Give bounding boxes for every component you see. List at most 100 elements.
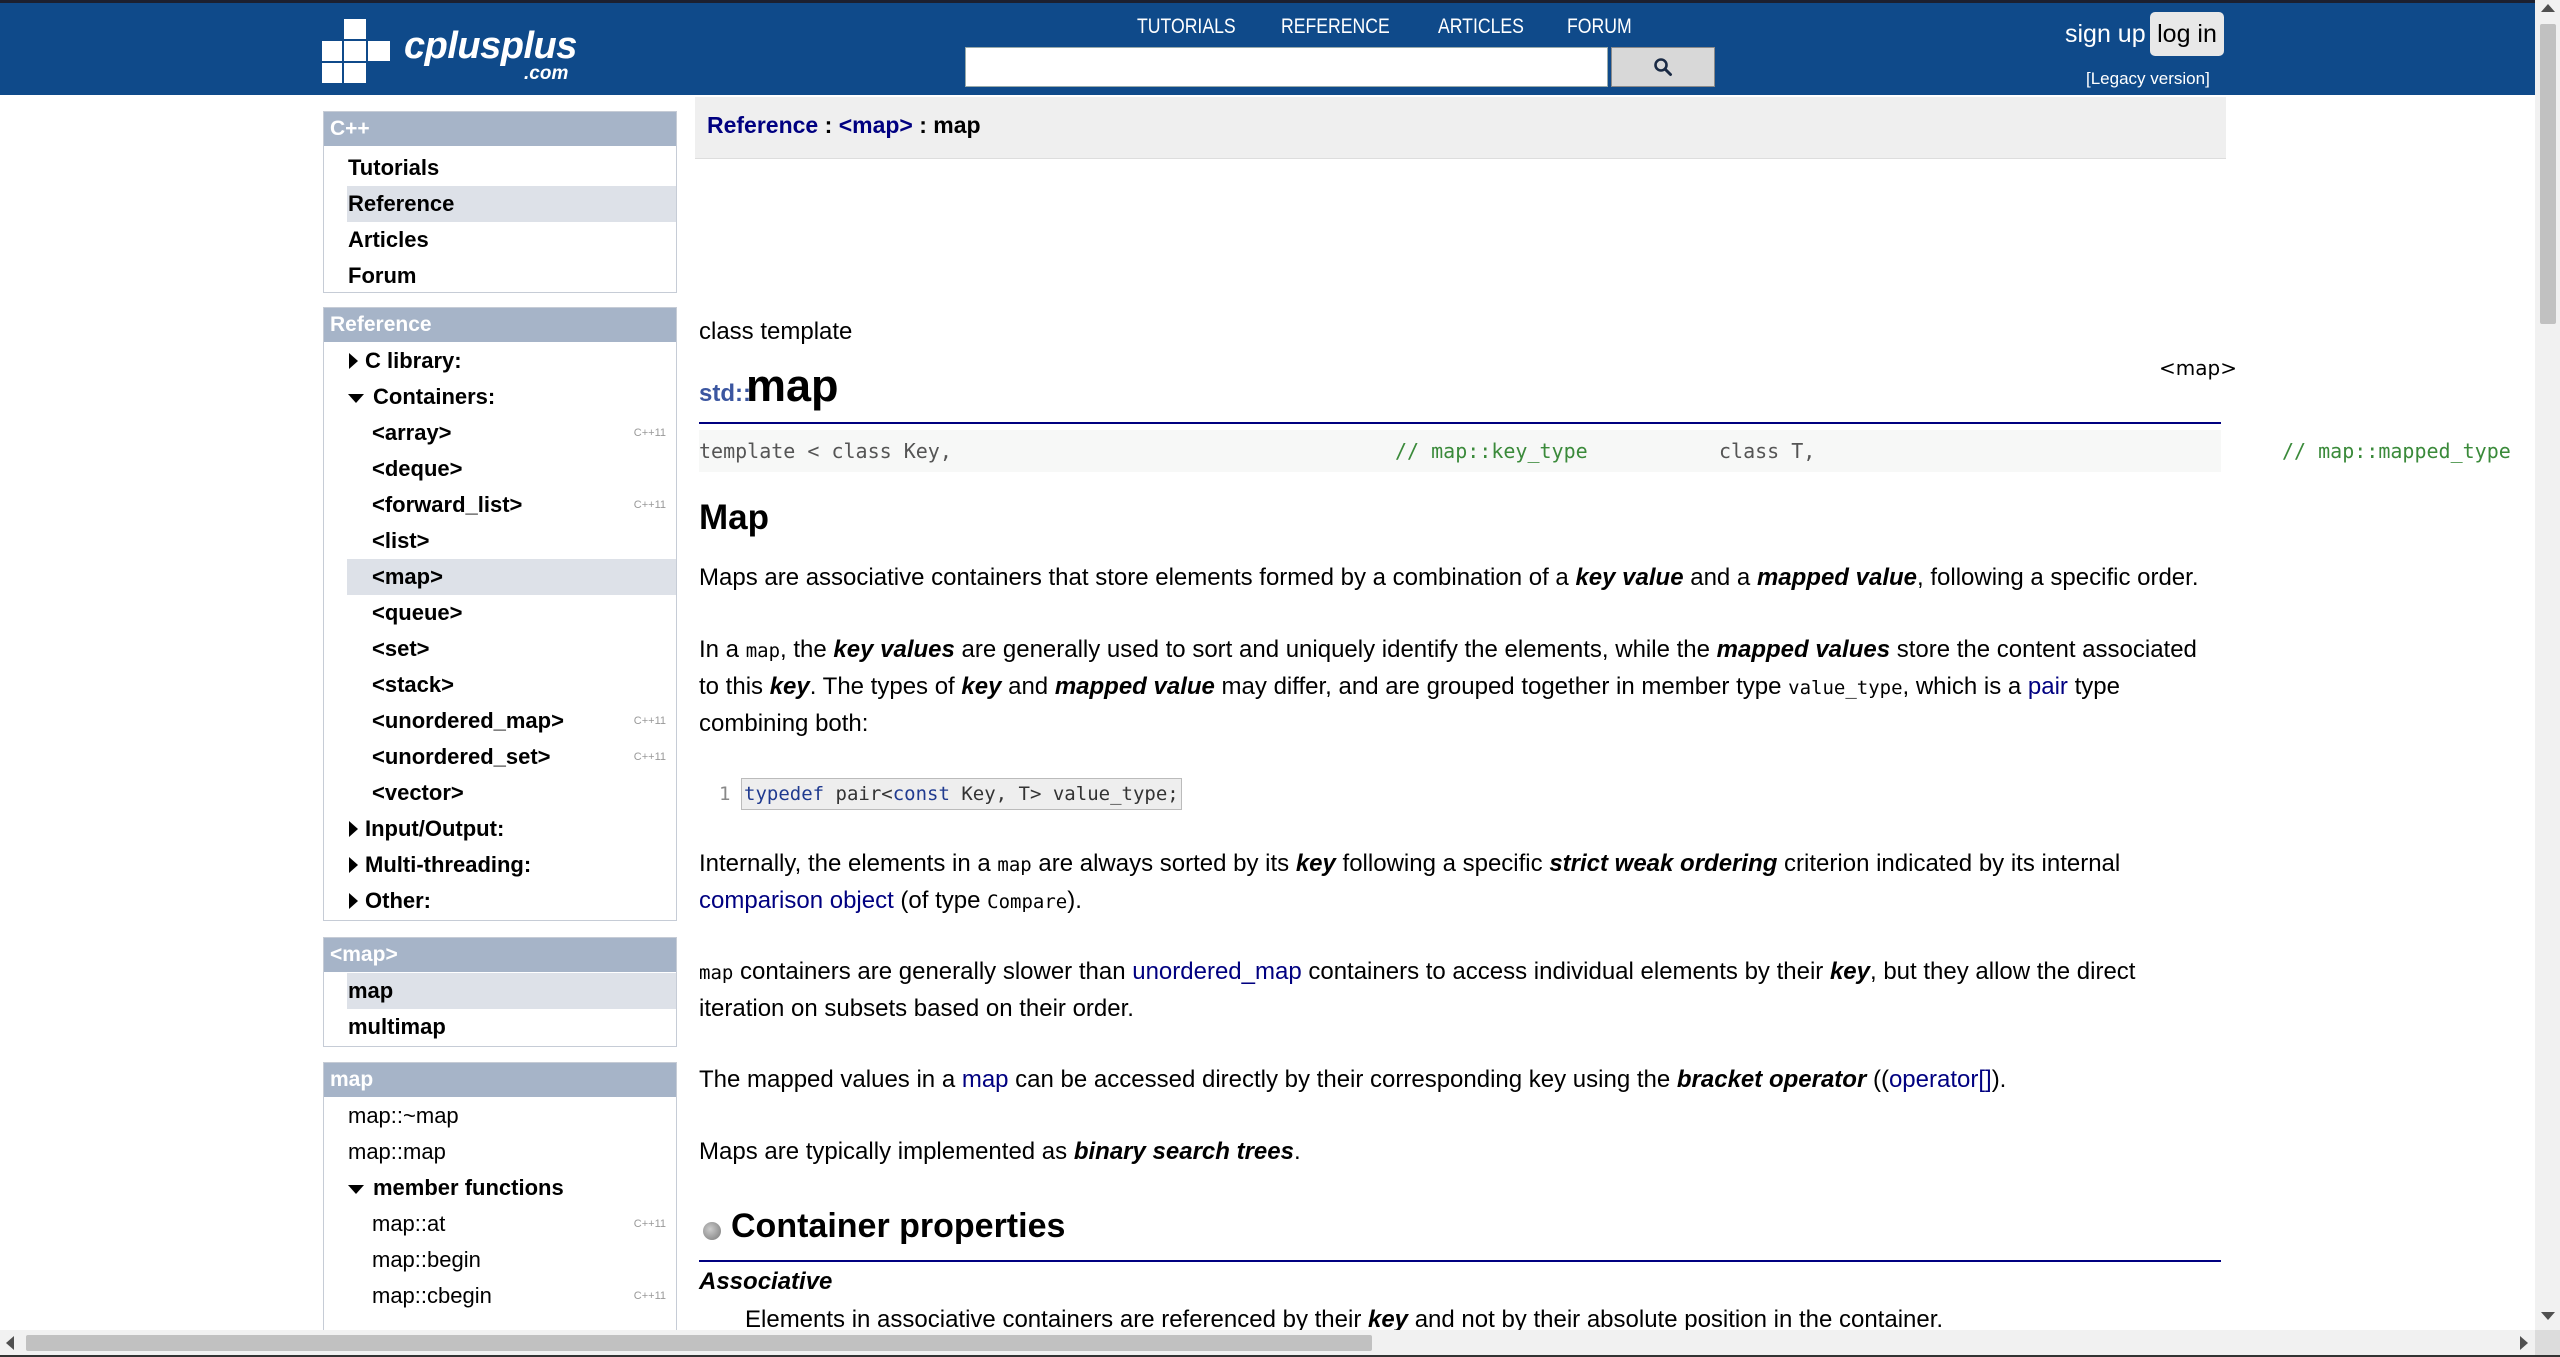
site-logo[interactable]: cplusplus .com: [322, 17, 594, 85]
sidebar-cpp-title[interactable]: C++: [324, 112, 676, 146]
sidebar-item-map-at[interactable]: map::at C++11: [324, 1206, 676, 1242]
title-namespace: std::: [699, 380, 751, 407]
nav-articles[interactable]: ARTICLES: [1438, 15, 1524, 45]
sidebar-item-tutorials[interactable]: Tutorials: [324, 150, 676, 186]
sidebar-item-list[interactable]: <list>: [324, 523, 676, 559]
sidebar-item-unordered-set[interactable]: <unordered_set> C++11: [324, 739, 676, 775]
emphasis: binary search trees: [1073, 1138, 1294, 1165]
sidebar-item-stack[interactable]: <stack>: [324, 667, 676, 703]
sidebar-item-queue[interactable]: <queue>: [324, 595, 676, 631]
sidebar-item-map-class[interactable]: map: [347, 973, 676, 1009]
nav-reference[interactable]: REFERENCE: [1281, 15, 1390, 45]
sidebar-item-map[interactable]: <map>: [347, 559, 676, 595]
sidebar-item-forum[interactable]: Forum: [324, 258, 676, 294]
sidebar-item-multimap[interactable]: multimap: [324, 1009, 676, 1045]
horizontal-scroll-thumb[interactable]: [26, 1335, 1372, 1351]
legacy-version-link[interactable]: [Legacy version]: [2086, 69, 2210, 89]
sidebar-item-label: <forward_list>: [372, 492, 523, 517]
text: may differ, and are grouped together in …: [1214, 673, 1789, 700]
search-button[interactable]: [1611, 47, 1715, 87]
code-line[interactable]: typedef pair<const Key, T> value_type;: [741, 778, 1182, 810]
scroll-left-arrow-icon[interactable]: [6, 1336, 14, 1350]
title-divider: [699, 422, 2221, 424]
comparison-object-link[interactable]: comparison object: [699, 887, 894, 914]
expand-triangle-icon: [349, 821, 358, 837]
vertical-scrollbar[interactable]: [2535, 0, 2560, 1330]
scroll-right-arrow-icon[interactable]: [2520, 1336, 2528, 1350]
sidebar-item-label: multimap: [348, 1014, 446, 1039]
pair-link[interactable]: pair: [2028, 673, 2068, 700]
text: ).: [1067, 887, 1082, 914]
sidebar-reference-title[interactable]: Reference: [324, 308, 676, 342]
search-icon: [1654, 58, 1672, 76]
horizontal-scrollbar[interactable]: [0, 1330, 2535, 1355]
sidebar-item-other[interactable]: Other:: [324, 883, 676, 919]
code-text: Key, T> value_type;: [949, 783, 1179, 805]
breadcrumb-reference-link[interactable]: Reference: [707, 112, 818, 138]
sidebar-item-deque[interactable]: <deque>: [324, 451, 676, 487]
sidebar-item-input-output[interactable]: Input/Output:: [324, 811, 676, 847]
sidebar-item-reference[interactable]: Reference: [347, 186, 676, 222]
sidebar-item-forward-list[interactable]: <forward_list> C++11: [324, 487, 676, 523]
emphasis: key: [961, 673, 1002, 700]
operator-brackets-link[interactable]: operator[]: [1889, 1066, 1992, 1093]
page-title: map: [746, 360, 839, 411]
text: (of type: [893, 887, 988, 914]
text: Maps are typically implemented as: [699, 1138, 1074, 1165]
sidebar-item-map-begin[interactable]: map::begin: [324, 1242, 676, 1278]
sidebar-map-title[interactable]: map: [324, 1063, 676, 1097]
paragraph-intro: Maps are associative containers that sto…: [699, 560, 2209, 596]
emphasis: strict weak ordering: [1549, 850, 1778, 877]
sidebar-item-label: <vector>: [372, 780, 464, 805]
sidebar-item-articles[interactable]: Articles: [324, 222, 676, 258]
login-button[interactable]: log in: [2150, 12, 2224, 56]
text: ((: [1866, 1066, 1889, 1093]
vertical-scroll-thumb[interactable]: [2540, 24, 2556, 324]
sidebar-item-label: <map>: [372, 564, 443, 589]
text: In a: [699, 636, 746, 663]
sidebar-item-constructor[interactable]: map::map: [324, 1134, 676, 1170]
sidebar-item-set[interactable]: <set>: [324, 631, 676, 667]
text: and: [1001, 673, 1055, 700]
sidebar-map-members-box: map map::~map map::map member functions …: [323, 1062, 677, 1330]
text: are always sorted by its: [1031, 850, 1296, 877]
property-associative-title: Associative: [699, 1268, 833, 1295]
sidebar-item-label: map: [348, 978, 394, 1003]
sidebar-item-multithreading[interactable]: Multi-threading:: [324, 847, 676, 883]
sidebar-header-map-title[interactable]: <map>: [324, 938, 676, 972]
sidebar-item-c-library[interactable]: C library:: [324, 343, 676, 379]
sidebar-item-label: Containers:: [373, 384, 496, 409]
sidebar-item-label: map::begin: [372, 1247, 481, 1272]
text: and not by their absolute position in th…: [1408, 1306, 1944, 1333]
text: Elements in associative containers are r…: [745, 1306, 1368, 1333]
scroll-down-arrow-icon[interactable]: [2541, 1312, 2555, 1320]
unordered-map-link[interactable]: unordered_map: [1132, 958, 1301, 985]
sidebar-header-map-box: <map> map multimap: [323, 937, 677, 1047]
scroll-up-arrow-icon[interactable]: [2541, 4, 2555, 12]
sidebar-reference-box: Reference C library: Containers: <array>…: [323, 307, 677, 921]
sidebar-item-label: <queue>: [372, 600, 463, 625]
sidebar-item-array[interactable]: <array> C++11: [324, 415, 676, 451]
sidebar-item-label: C library:: [365, 348, 462, 373]
text: containers to access individual elements…: [1301, 958, 1830, 985]
sidebar-item-vector[interactable]: <vector>: [324, 775, 676, 811]
text: criterion indicated by its internal: [1777, 850, 2121, 877]
main-nav: TUTORIALS REFERENCE ARTICLES FORUM: [1137, 15, 1644, 45]
signup-link[interactable]: sign up: [2065, 20, 2146, 49]
sidebar-item-label: map::cbegin: [372, 1283, 492, 1308]
sidebar-item-member-functions[interactable]: member functions: [324, 1170, 676, 1206]
sidebar-item-containers[interactable]: Containers:: [324, 379, 676, 415]
collapse-triangle-icon: [348, 1185, 364, 1194]
nav-tutorials[interactable]: TUTORIALS: [1137, 15, 1236, 45]
sidebar-item-label: <stack>: [372, 672, 454, 697]
search-input[interactable]: [965, 47, 1608, 87]
sidebar-item-label: Input/Output:: [365, 816, 505, 841]
cpp11-badge: C++11: [633, 751, 666, 763]
sidebar-item-label: <deque>: [372, 456, 463, 481]
map-link[interactable]: map: [962, 1066, 1009, 1093]
nav-forum[interactable]: FORUM: [1567, 15, 1632, 45]
sidebar-item-unordered-map[interactable]: <unordered_map> C++11: [324, 703, 676, 739]
breadcrumb-header-link[interactable]: <map>: [839, 112, 913, 138]
sidebar-item-destructor[interactable]: map::~map: [324, 1098, 676, 1134]
sidebar-item-map-cbegin[interactable]: map::cbegin C++11: [324, 1278, 676, 1314]
